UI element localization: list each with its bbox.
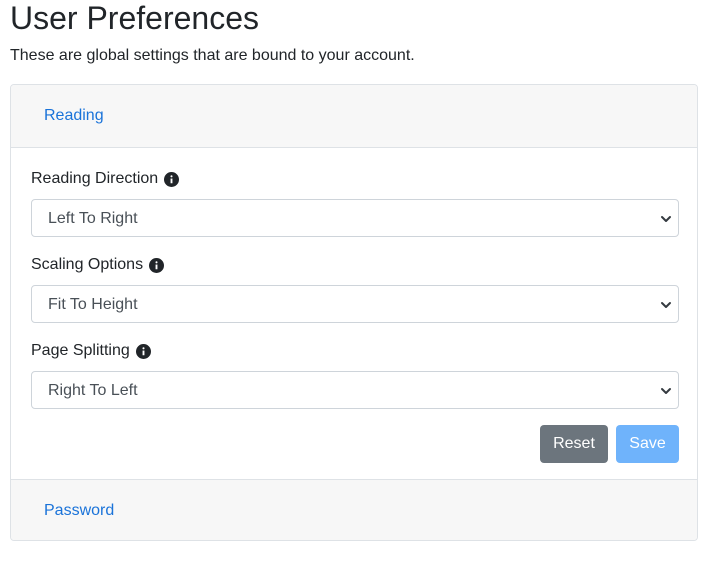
info-icon[interactable] <box>149 257 165 273</box>
scaling-options-select[interactable]: Fit To Height <box>31 285 679 323</box>
reset-button[interactable]: Reset <box>540 425 608 463</box>
reading-direction-value: Left To Right <box>48 210 138 227</box>
page-title: User Preferences <box>10 0 259 36</box>
scaling-options-value: Fit To Height <box>48 296 138 313</box>
chevron-down-icon <box>661 388 671 394</box>
save-button[interactable]: Save <box>616 425 679 463</box>
reading-direction-select[interactable]: Left To Right <box>31 199 679 237</box>
preferences-accordion: Reading Reading Direction Left To Right … <box>10 84 698 541</box>
page-splitting-label: Page Splitting <box>31 341 151 361</box>
page-splitting-value: Right To Left <box>48 382 138 399</box>
reading-section-toggle[interactable]: Reading <box>44 106 104 126</box>
reading-section-header: Reading <box>11 85 697 148</box>
password-section-toggle[interactable]: Password <box>44 501 114 521</box>
reading-section-body: Reading Direction Left To Right Scaling … <box>11 148 697 479</box>
page-splitting-select[interactable]: Right To Left <box>31 371 679 409</box>
reading-direction-label: Reading Direction <box>31 169 180 189</box>
reading-direction-label-text: Reading Direction <box>31 170 159 187</box>
scaling-options-label-text: Scaling Options <box>31 256 144 273</box>
scaling-options-label: Scaling Options <box>31 255 165 275</box>
page-splitting-label-text: Page Splitting <box>31 342 130 359</box>
chevron-down-icon <box>661 302 671 308</box>
password-section-header: Password <box>11 479 697 540</box>
info-icon[interactable] <box>135 343 151 359</box>
info-icon[interactable] <box>164 171 180 187</box>
page-subtitle: These are global settings that are bound… <box>10 47 415 64</box>
chevron-down-icon <box>661 216 671 222</box>
